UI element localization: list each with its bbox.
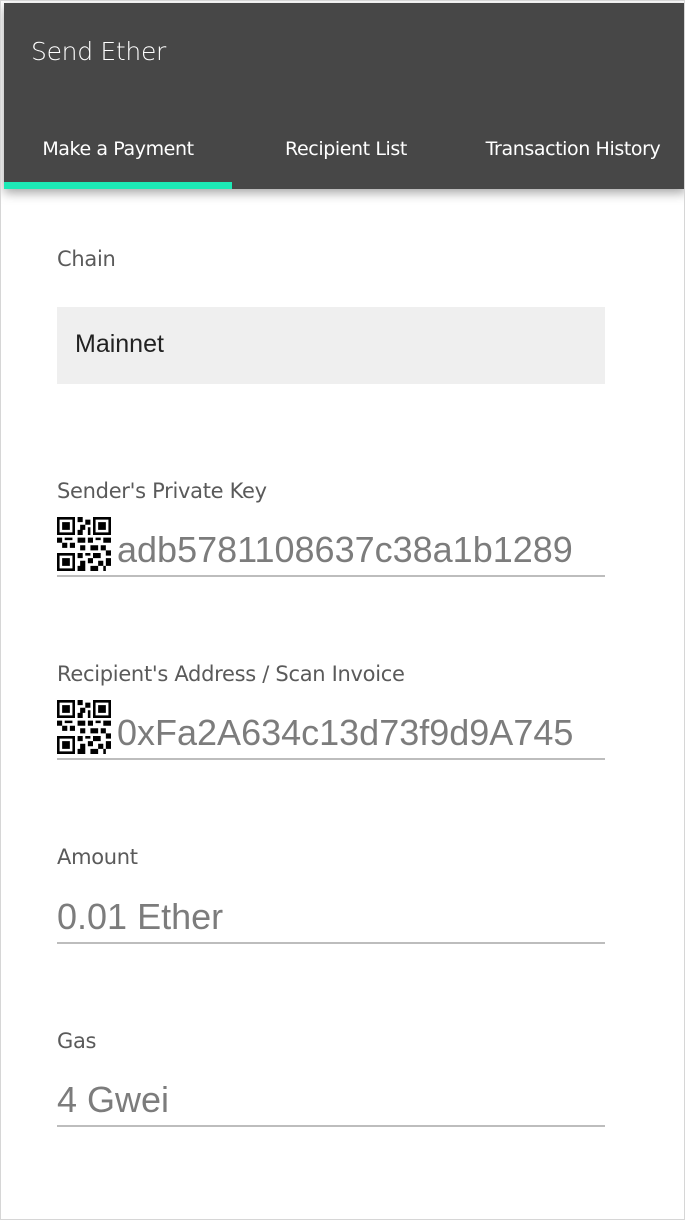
app-title: Send Ether	[31, 37, 167, 66]
private-key-label: Sender's Private Key	[57, 479, 267, 503]
recipient-label: Recipient's Address / Scan Invoice	[57, 662, 405, 686]
chain-label: Chain	[57, 247, 116, 271]
private-key-input[interactable]	[117, 523, 605, 575]
recipient-address-input[interactable]	[117, 706, 605, 758]
recipient-field	[57, 700, 605, 760]
tab-recipient-list[interactable]: Recipient List	[232, 113, 460, 189]
gas-input[interactable]	[57, 1073, 605, 1125]
gas-field	[57, 1067, 605, 1127]
tab-make-a-payment[interactable]: Make a Payment	[4, 113, 232, 189]
tab-transaction-history[interactable]: Transaction History	[460, 113, 684, 189]
gas-label: Gas	[57, 1029, 97, 1053]
tab-bar: Make a Payment Recipient List Transactio…	[4, 113, 684, 189]
app-window: Send Ether Make a Payment Recipient List…	[0, 0, 685, 1220]
qr-code-icon[interactable]	[57, 700, 111, 754]
private-key-field	[57, 517, 605, 577]
amount-input[interactable]	[57, 890, 605, 942]
app-bar: Send Ether Make a Payment Recipient List…	[4, 3, 684, 189]
qr-code-icon[interactable]	[57, 517, 111, 571]
amount-label: Amount	[57, 845, 138, 869]
active-tab-indicator	[4, 182, 232, 189]
amount-field	[57, 884, 605, 944]
chain-select-value: Mainnet	[75, 330, 164, 358]
chain-select[interactable]: Mainnet	[57, 307, 605, 384]
